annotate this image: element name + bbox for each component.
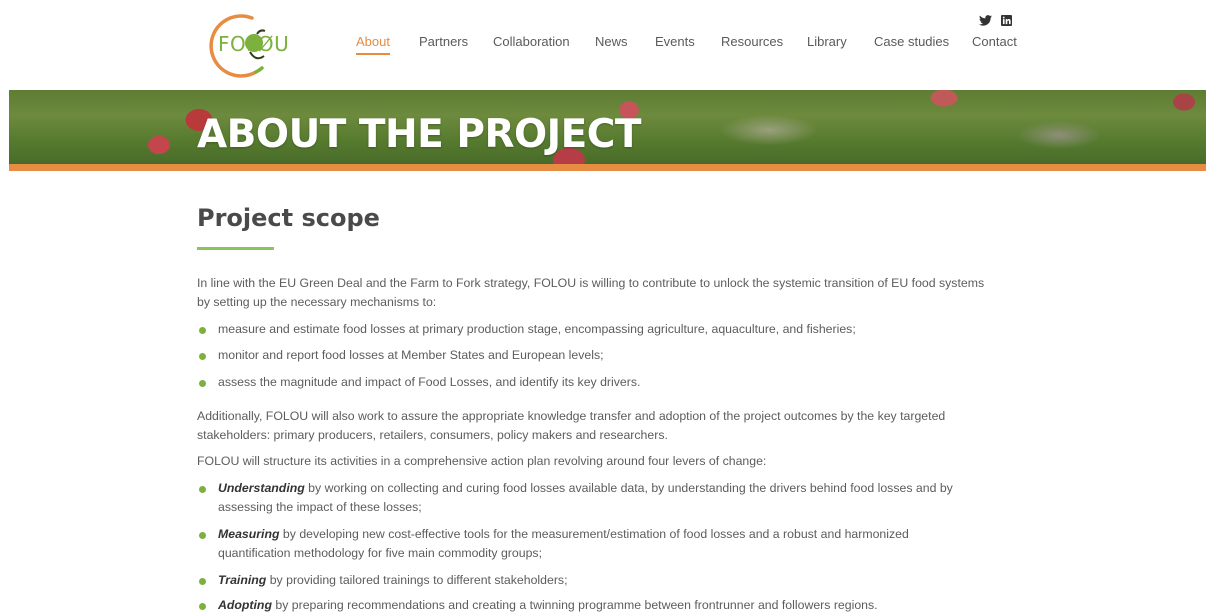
- lever-item: Training by providing tailored trainings…: [218, 571, 568, 590]
- lever-item: Understanding by working on collecting a…: [218, 479, 953, 498]
- additional-text: Additionally, FOLOU will also work to as…: [197, 409, 946, 423]
- logo-text: FOLØU: [218, 32, 290, 56]
- nav-news[interactable]: News: [595, 34, 628, 49]
- lever-text: by developing new cost-effective tools f…: [279, 527, 909, 541]
- lever-item: Adopting by preparing recommendations an…: [218, 596, 878, 612]
- lever-term: Training: [218, 573, 267, 587]
- nav-resources[interactable]: Resources: [721, 34, 783, 49]
- lever-item: Measuring by developing new cost-effecti…: [218, 525, 909, 544]
- title-underline: [197, 247, 274, 250]
- twitter-icon[interactable]: [979, 13, 992, 31]
- lever-text: by providing tailored trainings to diffe…: [266, 573, 568, 587]
- bullet-icon: [199, 327, 206, 334]
- bullet-icon: [199, 603, 206, 610]
- nav-partners[interactable]: Partners: [419, 34, 468, 49]
- page-title: ABOUT THE PROJECT: [197, 112, 642, 157]
- list-item: monitor and report food losses at Member…: [218, 348, 604, 362]
- lever-text: by preparing recommendations and creatin…: [271, 598, 878, 612]
- lever-text: assessing the impact of these losses;: [218, 500, 422, 514]
- list-item: assess the magnitude and impact of Food …: [218, 375, 641, 389]
- bullet-icon: [199, 486, 206, 493]
- linkedin-icon[interactable]: [1001, 13, 1012, 31]
- lever-text: by working on collecting and curing food…: [304, 481, 953, 495]
- nav-case-studies[interactable]: Case studies: [874, 34, 949, 49]
- nav-contact[interactable]: Contact: [972, 34, 1017, 49]
- list-item: measure and estimate food losses at prim…: [218, 322, 856, 336]
- nav-about[interactable]: About: [356, 34, 390, 55]
- site-header: FOLØU About Partners Collaboration News …: [0, 0, 1206, 90]
- bullet-icon: [199, 532, 206, 539]
- intro-text: by setting up the necessary mechanisms t…: [197, 295, 437, 309]
- nav-collaboration[interactable]: Collaboration: [493, 34, 570, 49]
- bullet-icon: [199, 353, 206, 360]
- bullet-icon: [199, 380, 206, 387]
- bullet-icon: [199, 578, 206, 585]
- levers-intro: FOLOU will structure its activities in a…: [197, 454, 767, 468]
- folou-logo[interactable]: FOLØU: [200, 12, 302, 78]
- banner-accent-bar: [9, 164, 1206, 171]
- nav-events[interactable]: Events: [655, 34, 695, 49]
- lever-term: Adopting: [218, 598, 272, 612]
- lever-term: Understanding: [218, 481, 305, 495]
- intro-text: In line with the EU Green Deal and the F…: [197, 276, 985, 290]
- nav-library[interactable]: Library: [807, 34, 847, 49]
- additional-text: stakeholders: primary producers, retaile…: [197, 428, 668, 442]
- lever-term: Measuring: [218, 527, 280, 541]
- lever-text: quantification methodology for five main…: [218, 546, 542, 560]
- section-title: Project scope: [197, 204, 380, 232]
